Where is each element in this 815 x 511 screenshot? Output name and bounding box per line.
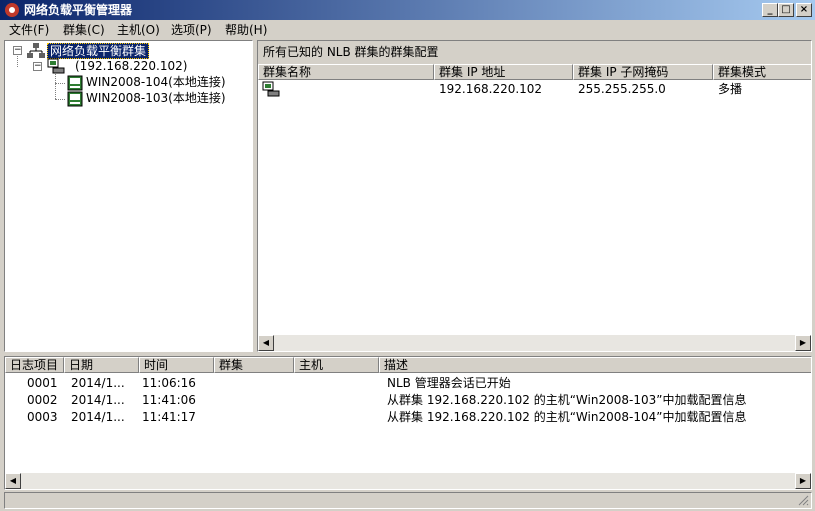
- tree-line: [55, 99, 65, 100]
- log-scroll-left-button[interactable]: ◀: [5, 473, 21, 489]
- cell-cluster-mode: 多播: [718, 82, 743, 96]
- log-horizontal-scrollbar[interactable]: ◀ ▶: [5, 473, 811, 489]
- panel-header: 所有已知的 NLB 群集的群集配置: [258, 41, 811, 65]
- col-log-cluster[interactable]: 群集: [214, 357, 294, 373]
- menu-help[interactable]: 帮助(H): [225, 23, 267, 37]
- col-log-time[interactable]: 时间: [139, 357, 214, 373]
- menu-options[interactable]: 选项(P): [171, 23, 212, 37]
- col-cluster-name[interactable]: 群集名称: [258, 64, 434, 80]
- log-panel: 日志项目 日期 时间 群集 主机 描述 0001 2014/1... 11:06…: [4, 356, 812, 490]
- log-id: 0003: [27, 410, 58, 424]
- col-log-id[interactable]: 日志项目: [5, 357, 64, 373]
- horizontal-scrollbar[interactable]: ◀ ▶: [258, 335, 811, 351]
- log-id: 0002: [27, 393, 58, 407]
- column-header-row: 群集名称 群集 IP 地址 群集 IP 子网掩码 群集模式: [258, 64, 811, 80]
- log-date: 2014/1...: [71, 410, 125, 424]
- col-log-date[interactable]: 日期: [64, 357, 139, 373]
- table-row[interactable]: 192.168.220.102 255.255.255.0 多播: [258, 80, 811, 98]
- minimize-button[interactable]: _: [762, 3, 778, 17]
- cell-cluster-mask: 255.255.255.0: [578, 82, 666, 96]
- log-scroll-right-button[interactable]: ▶: [795, 473, 811, 489]
- tree-line: [55, 73, 56, 99]
- collapse-root-icon[interactable]: −: [13, 46, 22, 55]
- scroll-left-button[interactable]: ◀: [258, 335, 274, 351]
- scroll-right-button[interactable]: ▶: [795, 335, 811, 351]
- log-date: 2014/1...: [71, 393, 125, 407]
- title-bar: 网络负载平衡管理器 _ □ ×: [0, 0, 815, 20]
- tree-cluster-label[interactable]: (192.168.220.102): [75, 59, 187, 73]
- cluster-config-panel: 所有已知的 NLB 群集的群集配置 群集名称 群集 IP 地址 群集 IP 子网…: [257, 40, 812, 352]
- tree-host-104[interactable]: WIN2008-104(本地连接): [86, 75, 226, 89]
- app-icon[interactable]: [4, 2, 20, 18]
- log-row[interactable]: 0002 2014/1... 11:41:06 从群集 192.168.220.…: [5, 392, 811, 409]
- log-time: 11:41:17: [142, 410, 196, 424]
- menu-cluster[interactable]: 群集(C): [63, 23, 105, 37]
- status-bar: [4, 492, 812, 509]
- tree-host-103[interactable]: WIN2008-103(本地连接): [86, 91, 226, 105]
- log-time: 11:06:16: [142, 376, 196, 390]
- log-desc: 从群集 192.168.220.102 的主机“Win2008-104”中加载配…: [387, 410, 747, 424]
- log-column-header-row: 日志项目 日期 时间 群集 主机 描述: [5, 357, 811, 373]
- col-log-desc[interactable]: 描述: [379, 357, 811, 373]
- window-title: 网络负载平衡管理器: [24, 3, 133, 17]
- cluster-icon: [262, 81, 280, 97]
- host-icon: [67, 75, 83, 91]
- cell-cluster-ip: 192.168.220.102: [439, 82, 543, 96]
- host-icon: [67, 91, 83, 107]
- tree-root-label[interactable]: 网络负载平衡群集: [47, 43, 150, 59]
- menu-bar: 文件(F) 群集(C) 主机(O) 选项(P) 帮助(H): [0, 20, 815, 40]
- log-desc: 从群集 192.168.220.102 的主机“Win2008-103”中加载配…: [387, 393, 747, 407]
- col-cluster-ip[interactable]: 群集 IP 地址: [434, 64, 573, 80]
- cluster-icon: [47, 58, 65, 74]
- resize-grip-icon[interactable]: [798, 495, 809, 506]
- col-cluster-mode[interactable]: 群集模式: [713, 64, 811, 80]
- close-button[interactable]: ×: [796, 3, 812, 17]
- col-log-host[interactable]: 主机: [294, 357, 379, 373]
- tree-line: [55, 83, 65, 84]
- collapse-cluster-icon[interactable]: −: [33, 62, 42, 71]
- log-row[interactable]: 0001 2014/1... 11:06:16 NLB 管理器会话已开始: [5, 375, 811, 392]
- menu-file[interactable]: 文件(F): [9, 23, 49, 37]
- log-desc: NLB 管理器会话已开始: [387, 376, 511, 390]
- log-time: 11:41:06: [142, 393, 196, 407]
- log-id: 0001: [27, 376, 58, 390]
- cluster-tree[interactable]: − 网络负载平衡群集 − (192.168.220.102) WIN2008-1…: [4, 40, 253, 352]
- cluster-group-icon: [27, 43, 45, 58]
- col-cluster-mask[interactable]: 群集 IP 子网掩码: [573, 64, 713, 80]
- maximize-button[interactable]: □: [778, 3, 794, 17]
- tree-line: [17, 56, 18, 67]
- log-row[interactable]: 0003 2014/1... 11:41:17 从群集 192.168.220.…: [5, 409, 811, 426]
- log-date: 2014/1...: [71, 376, 125, 390]
- menu-host[interactable]: 主机(O): [117, 23, 160, 37]
